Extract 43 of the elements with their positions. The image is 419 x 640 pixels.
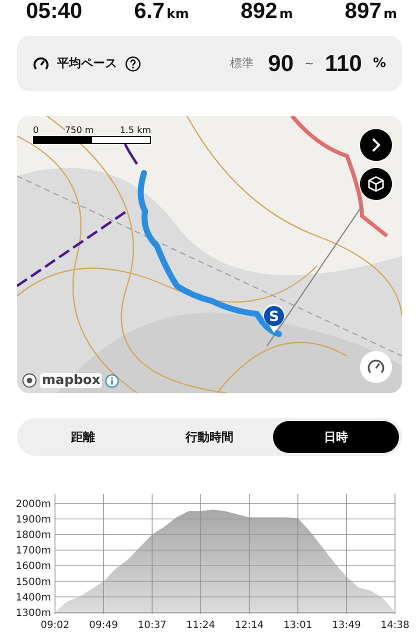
gauge-icon xyxy=(33,56,49,72)
scale-label: 0 xyxy=(33,126,39,136)
pace-max: 110 xyxy=(324,50,362,77)
y-tick-label: 1900m xyxy=(16,514,51,526)
tab[interactable]: 距離 xyxy=(20,421,146,453)
scale-label: 1.5 km xyxy=(120,126,151,136)
chevron-right-icon xyxy=(370,138,382,152)
cube-icon xyxy=(368,176,384,192)
standard-label: 標準 xyxy=(230,55,254,72)
tab[interactable]: 日時 xyxy=(272,421,399,453)
y-tick-label: 1400m xyxy=(16,592,51,604)
y-tick-label: 1800m xyxy=(16,530,51,542)
stat-unit: m xyxy=(383,7,397,22)
range-separator: ~ xyxy=(304,57,314,70)
x-tick-label: 12:14 xyxy=(234,620,264,631)
start-marker-icon: S xyxy=(262,304,286,334)
mapbox-logo-icon xyxy=(22,373,37,388)
pace-min: 90 xyxy=(268,50,294,77)
pace-unit: % xyxy=(372,56,386,71)
x-tick-label: 14:38 xyxy=(380,620,410,631)
y-tick-label: 1700m xyxy=(16,546,51,557)
tab[interactable]: 行動時間 xyxy=(146,421,273,453)
x-tick-label: 13:49 xyxy=(332,620,361,631)
x-tick-label: 10:37 xyxy=(138,620,167,631)
stat-value: 05:40 xyxy=(26,0,82,24)
stat-unit: m xyxy=(279,7,293,22)
stat-value: 897 xyxy=(344,0,382,24)
help-icon[interactable] xyxy=(125,56,141,72)
x-tick-label: 11:24 xyxy=(186,620,216,631)
y-tick-label: 1600m xyxy=(16,561,51,572)
stat-value: 892 xyxy=(240,0,278,24)
mapbox-attribution: mapbox xyxy=(40,373,102,388)
x-tick-label: 13:01 xyxy=(283,620,312,631)
stat-value: 6.7 xyxy=(134,0,165,24)
y-tick-label: 1500m xyxy=(16,576,51,588)
stat-unit: km xyxy=(166,7,189,22)
pace-label: 平均ペース xyxy=(57,55,117,72)
x-tick-label: 09:49 xyxy=(89,620,118,631)
y-tick-label: 2000m xyxy=(16,498,51,510)
x-tick-label: 09:02 xyxy=(40,620,70,631)
y-tick-label: 1300m xyxy=(16,608,51,619)
scale-label: 750 m xyxy=(64,126,94,136)
gauge-icon xyxy=(367,358,385,376)
